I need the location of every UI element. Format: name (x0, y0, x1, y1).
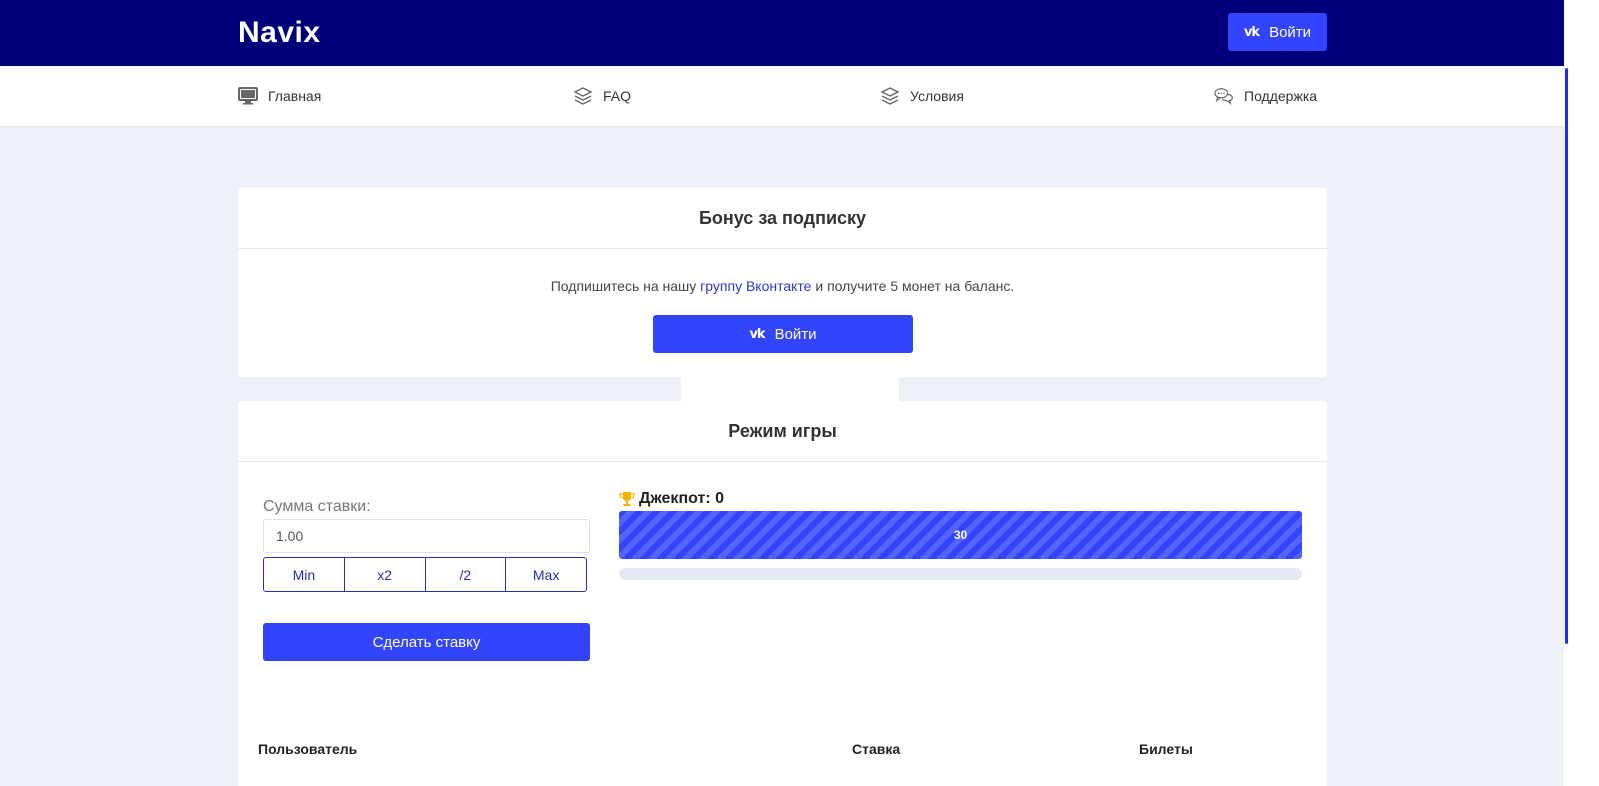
vk-icon: vk (749, 326, 765, 342)
jackpot-label: Джекпот: 0 (639, 490, 724, 507)
chat-icon (1214, 88, 1233, 105)
nav-item-label: Поддержка (1244, 88, 1318, 104)
bonus-card: Бонус за подписку Подпишитесь на нашу гр… (238, 188, 1327, 377)
timer-value: 30 (953, 528, 968, 542)
nav-item-home[interactable]: Главная (238, 86, 321, 106)
scrollbar-thumb[interactable] (1565, 68, 1568, 644)
nav-item-terms[interactable]: Условия (880, 86, 964, 106)
column-header-tickets: Билеты (1139, 741, 1193, 757)
nav-item-label: FAQ (603, 88, 632, 104)
logo[interactable]: Navix (238, 16, 321, 50)
scrollbar-track[interactable] (1564, 0, 1599, 786)
bet-min-button[interactable]: Min (264, 558, 345, 591)
bet-amount-input[interactable] (263, 519, 590, 553)
bet-double-button[interactable]: x2 (345, 558, 426, 591)
bet-amount-label: Сумма ставки: (263, 498, 371, 515)
bonus-title: Бонус за подписку (238, 188, 1327, 249)
bet-half-button[interactable]: /2 (426, 558, 507, 591)
layers-icon (573, 87, 593, 105)
place-bet-button[interactable]: Сделать ставку (263, 623, 590, 661)
column-header-user: Пользователь (258, 741, 358, 757)
jackpot: Джекпот: 0 (619, 490, 724, 508)
top-header: Navix vk Войти (0, 0, 1599, 66)
bet-max-button[interactable]: Max (506, 558, 586, 591)
bonus-text-after: и получите 5 монет на баланс. (811, 278, 1015, 294)
vk-icon: vk (1243, 24, 1260, 40)
nav-item-faq[interactable]: FAQ (573, 86, 631, 106)
timer-bar: 30 (619, 511, 1302, 559)
main-nav: Главная FAQ Условия Поддержка (0, 66, 1564, 126)
header-login-button[interactable]: vk Войти (1228, 13, 1327, 51)
bonus-text-before: Подпишитесь на нашу (550, 278, 701, 294)
bonus-login-label: Войти (774, 325, 817, 343)
jackpot-progress (619, 568, 1302, 580)
column-header-bet: Ставка (852, 741, 901, 757)
monitor-icon (238, 87, 258, 105)
trophy-icon (619, 492, 635, 506)
header-login-label: Войти (1269, 23, 1312, 41)
bonus-text: Подпишитесь на нашу группу Вконтакте и п… (238, 278, 1327, 294)
game-card: Режим игры Сумма ставки: Min x2 /2 Max С… (238, 401, 1327, 786)
nav-item-label: Главная (268, 88, 322, 104)
card-connector (681, 377, 899, 401)
nav-item-label: Условия (910, 88, 964, 104)
bonus-login-button[interactable]: vk Войти (653, 315, 913, 353)
vk-group-link[interactable]: группу Вконтакте (700, 278, 811, 294)
bet-modifiers: Min x2 /2 Max (263, 557, 587, 592)
layers-icon (880, 87, 900, 105)
nav-item-support[interactable]: Поддержка (1214, 86, 1317, 106)
game-title: Режим игры (238, 401, 1327, 462)
